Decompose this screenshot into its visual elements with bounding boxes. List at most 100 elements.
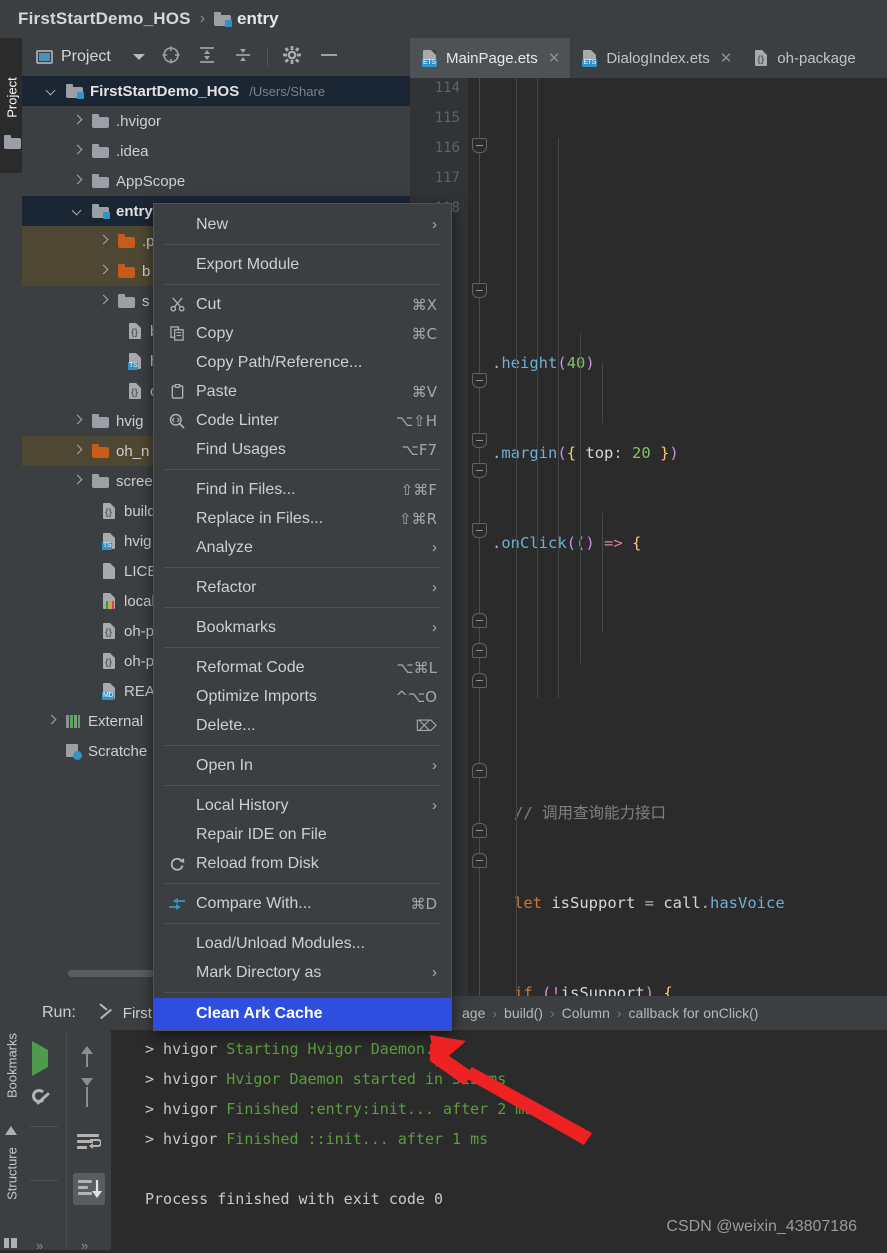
- menu-item-reload-from-disk[interactable]: Reload from Disk: [154, 849, 451, 878]
- paste-icon: [166, 384, 188, 399]
- folder-icon: [92, 473, 109, 488]
- tab-oh-package[interactable]: {} oh-package: [742, 38, 865, 78]
- run-console-output[interactable]: > hvigor Starting Hvigor Daemon... > hvi…: [111, 1030, 887, 1250]
- chevron-right-icon[interactable]: [72, 175, 84, 187]
- folder-orange-icon: [118, 233, 135, 248]
- chevron-right-icon[interactable]: [98, 235, 110, 247]
- fold-marker[interactable]: [472, 853, 487, 868]
- chevron-right-icon[interactable]: [72, 145, 84, 157]
- chevron-right-icon[interactable]: [46, 715, 58, 727]
- collapse-all-icon[interactable]: [233, 45, 253, 69]
- select-opened-file-icon[interactable]: [161, 45, 181, 69]
- text-file-icon: [102, 562, 117, 580]
- code-text[interactable]: .height(40) .margin({ top: 20 }) .onClic…: [492, 78, 887, 996]
- tool-label-project: Project: [4, 77, 20, 118]
- menu-item-find-in-files[interactable]: Find in Files... ⇧⌘F: [154, 475, 451, 504]
- module-folder-icon: [92, 203, 110, 219]
- chevron-down-icon[interactable]: [46, 85, 58, 97]
- tree-row-hvigor[interactable]: .hvigor: [22, 106, 410, 136]
- fold-marker[interactable]: [472, 373, 487, 388]
- menu-item-reformat-code[interactable]: Reformat Code ⌥⌘L: [154, 653, 451, 682]
- tab-dialogindex-ets[interactable]: ETS DialogIndex.ets ✕: [570, 38, 742, 78]
- fold-marker[interactable]: [472, 283, 487, 298]
- stop-icon[interactable]: [32, 1140, 56, 1164]
- tree-row-project-root[interactable]: FirstStartDemo_HOS /Users/Share: [22, 76, 410, 106]
- fold-marker[interactable]: [472, 643, 487, 658]
- menu-item-paste[interactable]: Paste ⌘V: [154, 377, 451, 406]
- chevron-right-icon: ›: [432, 797, 437, 814]
- line-number: 117: [434, 170, 460, 186]
- external-libraries-icon: [66, 714, 81, 729]
- menu-item-replace-in-files[interactable]: Replace in Files... ⇧⌘R: [154, 504, 451, 533]
- menu-item-bookmarks[interactable]: Bookmarks ›: [154, 613, 451, 642]
- tree-row-idea[interactable]: .idea: [22, 136, 410, 166]
- chevron-right-icon[interactable]: [72, 115, 84, 127]
- wrench-icon[interactable]: [32, 1088, 56, 1112]
- chevron-right-icon[interactable]: [72, 415, 84, 427]
- fold-marker[interactable]: [472, 673, 487, 688]
- menu-item-repair-ide-on-file[interactable]: Repair IDE on File: [154, 820, 451, 849]
- menu-item-shortcut: ⇧⌘R: [399, 509, 437, 528]
- tool-button-project[interactable]: Project: [0, 38, 22, 173]
- menu-item-mark-directory-as[interactable]: Mark Directory as ›: [154, 958, 451, 987]
- more-options-icon[interactable]: »: [36, 1238, 43, 1253]
- fold-marker[interactable]: [472, 523, 487, 538]
- folder-icon: [92, 173, 109, 188]
- scroll-to-end-icon[interactable]: [73, 1173, 105, 1205]
- fold-marker[interactable]: [472, 823, 487, 838]
- chevron-right-icon[interactable]: [98, 265, 110, 277]
- more-options-icon[interactable]: »: [81, 1238, 88, 1253]
- menu-separator: [164, 883, 441, 884]
- hide-panel-icon[interactable]: [318, 45, 340, 69]
- tab-label: MainPage.ets: [446, 49, 538, 67]
- menu-separator: [164, 992, 441, 993]
- editor-area: ETS MainPage.ets ✕ ETS DialogIndex.ets ✕…: [410, 38, 887, 996]
- menu-item-code-linter[interactable]: Code Linter ⌥⇧H: [154, 406, 451, 435]
- chevron-down-icon[interactable]: [132, 54, 145, 60]
- menu-item-copy-path-reference[interactable]: Copy Path/Reference...: [154, 348, 451, 377]
- tree-label: Scratche: [88, 742, 148, 760]
- fold-marker[interactable]: [472, 433, 487, 448]
- menu-item-delete[interactable]: Delete... ⌦: [154, 711, 451, 740]
- chevron-right-icon[interactable]: [72, 445, 84, 457]
- fold-marker[interactable]: [472, 613, 487, 628]
- fold-marker[interactable]: [472, 138, 487, 153]
- fold-marker[interactable]: [472, 463, 487, 478]
- scroll-down-icon[interactable]: [78, 1078, 102, 1110]
- fold-marker[interactable]: [472, 763, 487, 778]
- expand-all-icon[interactable]: [197, 45, 217, 69]
- menu-item-new[interactable]: New ›: [154, 210, 451, 239]
- console-line-text: Finished :entry:init... after 2 ms: [226, 1100, 534, 1118]
- close-icon[interactable]: ✕: [548, 49, 561, 67]
- menu-item-load-unload-modules[interactable]: Load/Unload Modules...: [154, 929, 451, 958]
- menu-item-export-module[interactable]: Export Module: [154, 250, 451, 279]
- menu-item-open-in[interactable]: Open In ›: [154, 751, 451, 780]
- console-line-text: Process finished with exit code 0: [145, 1190, 444, 1208]
- menu-item-find-usages[interactable]: Find Usages ⌥F7: [154, 435, 451, 464]
- run-icon[interactable]: [32, 1041, 56, 1076]
- menu-item-refactor[interactable]: Refactor ›: [154, 573, 451, 602]
- chevron-right-icon[interactable]: [72, 475, 84, 487]
- menu-item-compare-with[interactable]: Compare With... ⌘D: [154, 889, 451, 918]
- code-editor[interactable]: 114 115 116 117 118: [410, 78, 887, 996]
- tab-mainpage-ets[interactable]: ETS MainPage.ets ✕: [410, 38, 571, 78]
- breadcrumb-project[interactable]: FirstStartDemo_HOS: [18, 9, 191, 29]
- menu-item-label: Reload from Disk: [196, 854, 319, 872]
- menu-item-copy[interactable]: Copy ⌘C: [154, 319, 451, 348]
- menu-item-optimize-imports[interactable]: Optimize Imports ^⌥O: [154, 682, 451, 711]
- menu-item-analyze[interactable]: Analyze ›: [154, 533, 451, 562]
- run-configuration[interactable]: First: [98, 1004, 152, 1022]
- chevron-right-icon[interactable]: [98, 295, 110, 307]
- chevron-down-icon[interactable]: [72, 205, 84, 217]
- context-menu[interactable]: New › Export Module Cut ⌘X Copy ⌘C Copy …: [153, 203, 452, 1031]
- breadcrumb-module[interactable]: entry: [237, 9, 279, 29]
- tree-row-appscope[interactable]: AppScope: [22, 166, 410, 196]
- menu-item-local-history[interactable]: Local History ›: [154, 791, 451, 820]
- code-folding-gutter[interactable]: [468, 78, 492, 996]
- menu-item-cut[interactable]: Cut ⌘X: [154, 290, 451, 319]
- menu-item-clean-ark-cache[interactable]: Clean Ark Cache: [154, 998, 451, 1030]
- soft-wrap-icon[interactable]: [77, 1133, 101, 1157]
- settings-gear-icon[interactable]: [282, 45, 302, 69]
- close-icon[interactable]: ✕: [720, 49, 733, 67]
- scroll-up-icon[interactable]: [78, 1046, 102, 1070]
